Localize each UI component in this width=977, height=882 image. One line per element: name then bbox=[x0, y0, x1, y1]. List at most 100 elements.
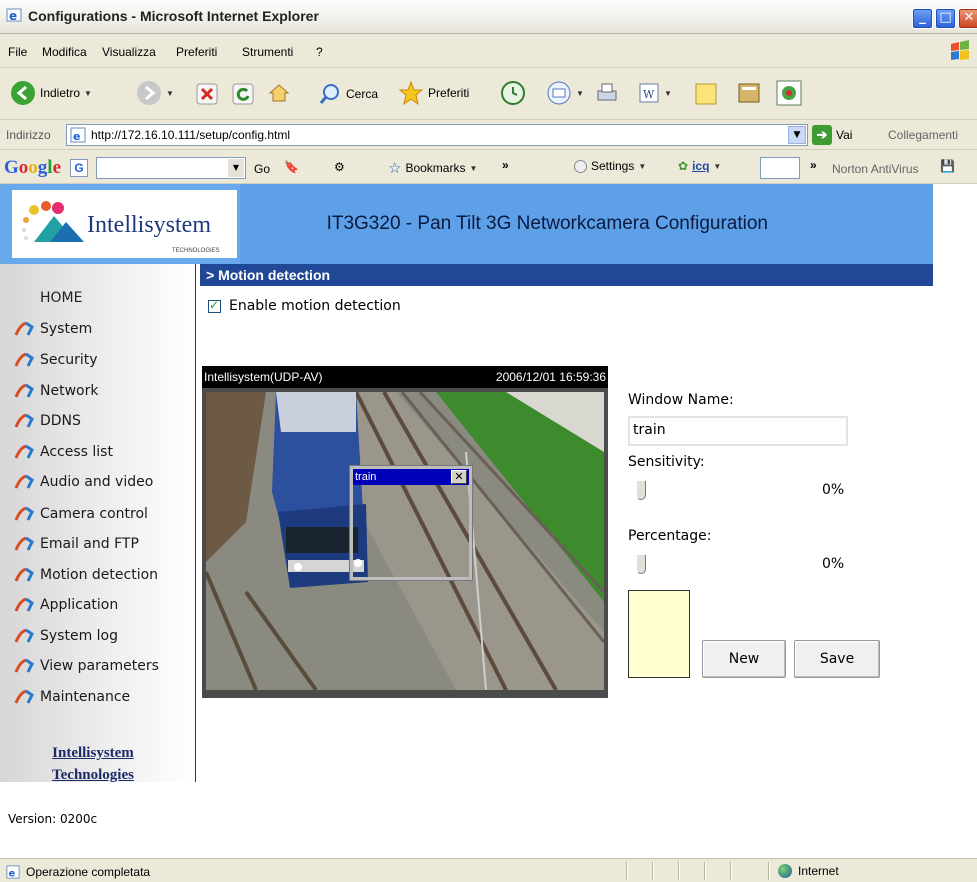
refresh-icon[interactable] bbox=[232, 83, 254, 105]
runner-icon bbox=[14, 628, 34, 643]
company-link[interactable]: Intellisystem Technologies bbox=[52, 742, 134, 786]
stop-icon[interactable] bbox=[196, 83, 218, 105]
edit-button[interactable]: W ▼ bbox=[638, 82, 672, 104]
more-chevron-icon[interactable]: » bbox=[502, 158, 509, 172]
close-icon[interactable]: ✕ bbox=[451, 470, 467, 484]
icq-flower-icon[interactable] bbox=[776, 80, 802, 106]
norton-icon[interactable]: 💾 bbox=[940, 159, 955, 173]
new-button[interactable]: New bbox=[702, 640, 786, 678]
sidebar-item-view-parameters[interactable]: View parameters bbox=[14, 655, 159, 677]
home-icon[interactable] bbox=[268, 82, 290, 104]
window-name-input[interactable]: train bbox=[628, 416, 848, 446]
go-arrow-icon: ➔ bbox=[812, 125, 832, 145]
window-name-label: Window Name: bbox=[628, 392, 734, 408]
slider-thumb[interactable] bbox=[636, 554, 646, 574]
maximize-button[interactable]: □ bbox=[935, 8, 956, 29]
motion-window[interactable]: train ✕ bbox=[349, 465, 473, 581]
sidebar-item-motion-detection[interactable]: Motion detection bbox=[14, 564, 158, 586]
enable-motion-checkbox-row[interactable]: Enable motion detection bbox=[208, 298, 401, 314]
bookmarks-button[interactable]: ☆ Bookmarks ▼ bbox=[388, 159, 477, 177]
runner-icon bbox=[14, 444, 34, 459]
page-content: Intellisystem TECHNOLOGIES IT3G320 - Pan… bbox=[0, 184, 977, 858]
slider-thumb[interactable] bbox=[636, 480, 646, 500]
dropdown-caret-icon: ▼ bbox=[469, 163, 478, 173]
status-bar: e Operazione completata Internet bbox=[0, 858, 977, 882]
sidebar-item-application[interactable]: Application bbox=[14, 594, 118, 616]
runner-icon bbox=[14, 474, 34, 489]
star-outline-icon: ☆ bbox=[388, 160, 402, 177]
status-text: Operazione completata bbox=[26, 865, 151, 879]
sidebar-item-access-list[interactable]: Access list bbox=[14, 441, 113, 463]
research-icon[interactable] bbox=[736, 80, 762, 106]
dropdown-caret-icon: ▼ bbox=[576, 88, 584, 98]
norton-antivirus-button[interactable]: Norton AntiVirus bbox=[832, 162, 919, 176]
ie-page-icon: e bbox=[6, 865, 20, 879]
sidebar: HOME System Security Network DDNS Access… bbox=[0, 264, 196, 783]
enable-motion-label: Enable motion detection bbox=[229, 298, 401, 314]
sensitivity-slider[interactable] bbox=[636, 480, 802, 500]
camera-name: Intellisystem(UDP-AV) bbox=[204, 370, 323, 384]
sidebar-item-camera-control[interactable]: Camera control bbox=[14, 503, 148, 525]
go-button[interactable]: ➔ Vai bbox=[812, 125, 852, 145]
icq-input[interactable] bbox=[760, 157, 800, 179]
runner-icon bbox=[14, 689, 34, 704]
menu-strumenti[interactable]: Strumenti bbox=[242, 45, 293, 59]
back-arrow-icon bbox=[11, 81, 35, 105]
sidebar-item-network[interactable]: Network bbox=[14, 380, 98, 402]
word-icon: W bbox=[639, 83, 659, 103]
menu-visualizza[interactable]: Visualizza bbox=[102, 45, 156, 59]
close-window-button[interactable]: ✕ bbox=[958, 8, 977, 29]
google-search-input[interactable]: ▼ bbox=[96, 157, 246, 179]
options-icon[interactable]: ⚙ bbox=[334, 160, 345, 174]
dropdown-caret-icon: ▼ bbox=[638, 161, 647, 171]
svg-text:e: e bbox=[9, 868, 16, 879]
print-icon[interactable] bbox=[594, 80, 620, 106]
security-zone: Internet bbox=[778, 864, 839, 878]
address-input[interactable]: e http://172.16.10.111/setup/config.html… bbox=[66, 124, 808, 146]
favorites-button[interactable]: Preferiti bbox=[398, 80, 469, 106]
save-button[interactable]: Save bbox=[794, 640, 880, 678]
sidebar-item-system-log[interactable]: System log bbox=[14, 625, 118, 647]
section-title: > Motion detection bbox=[200, 264, 933, 286]
dropdown-caret-icon: ▼ bbox=[84, 88, 92, 98]
status-divider bbox=[678, 862, 679, 880]
sidebar-item-email-ftp[interactable]: Email and FTP bbox=[14, 533, 139, 555]
sidebar-item-audio-video[interactable]: Audio and video bbox=[14, 471, 153, 493]
menu-preferiti[interactable]: Preferiti bbox=[176, 45, 217, 59]
icq-button[interactable]: ✿ icq ▼ bbox=[678, 159, 721, 173]
runner-icon bbox=[14, 567, 34, 582]
sidebar-item-ddns[interactable]: DDNS bbox=[14, 410, 81, 432]
menu-help[interactable]: ? bbox=[316, 45, 323, 59]
enable-motion-checkbox[interactable] bbox=[208, 298, 221, 313]
google-toolbar: Google G ▼ Go 🔖 ⚙ ☆ Bookmarks ▼ » Settin… bbox=[0, 150, 977, 184]
mail-button[interactable]: ▼ bbox=[546, 80, 584, 106]
slider-track bbox=[640, 490, 802, 491]
forward-arrow-icon bbox=[137, 81, 161, 105]
sidebar-item-system[interactable]: System bbox=[14, 318, 92, 340]
search-icon bbox=[319, 84, 339, 104]
chevron-down-icon[interactable]: ▼ bbox=[788, 126, 806, 144]
sidebar-item-security[interactable]: Security bbox=[14, 349, 98, 371]
pagerank-icon[interactable]: 🔖 bbox=[284, 160, 299, 174]
runner-icon bbox=[14, 383, 34, 398]
settings-button[interactable]: Settings ▼ bbox=[574, 159, 646, 173]
google-logo[interactable]: Google bbox=[4, 157, 61, 179]
menu-file[interactable]: File bbox=[8, 45, 27, 59]
sidebar-item-home[interactable]: HOME bbox=[40, 290, 82, 306]
more-chevron-icon[interactable]: » bbox=[810, 158, 817, 172]
google-go-button[interactable]: Go bbox=[254, 162, 270, 176]
google-g-icon[interactable]: G bbox=[70, 159, 88, 177]
search-button[interactable]: Cerca bbox=[318, 82, 378, 106]
camera-image: train ✕ bbox=[206, 392, 604, 690]
minimize-button[interactable]: _ bbox=[912, 8, 933, 29]
percentage-slider[interactable] bbox=[636, 554, 802, 574]
history-icon[interactable] bbox=[500, 80, 526, 106]
back-button[interactable]: Indietro ▼ bbox=[10, 80, 92, 106]
notes-icon[interactable] bbox=[694, 82, 718, 106]
sidebar-item-maintenance[interactable]: Maintenance bbox=[14, 686, 130, 708]
runner-icon bbox=[14, 536, 34, 551]
links-button[interactable]: Collegamenti bbox=[888, 128, 958, 142]
chevron-down-icon[interactable]: ▼ bbox=[228, 159, 244, 177]
menu-modifica[interactable]: Modifica bbox=[42, 45, 87, 59]
forward-button[interactable]: ▼ bbox=[136, 80, 174, 106]
